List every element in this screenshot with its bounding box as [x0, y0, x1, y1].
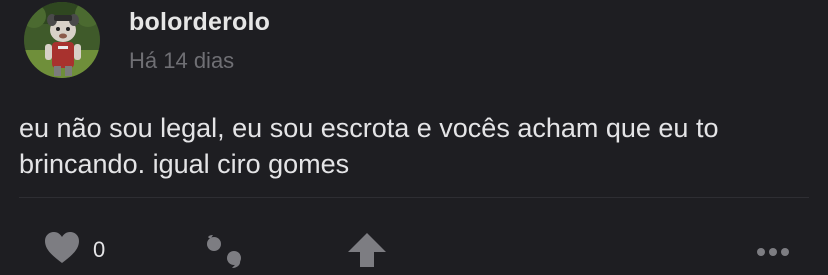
- arrow-up-icon: [347, 233, 387, 272]
- heart-icon: [44, 231, 80, 269]
- more-options-button[interactable]: [756, 244, 790, 262]
- comment-button[interactable]: [204, 234, 246, 273]
- like-count: 0: [93, 237, 106, 262]
- action-bar: 0: [0, 222, 828, 272]
- more-dots-icon: [756, 244, 790, 261]
- username[interactable]: bolorderolo: [129, 8, 270, 37]
- quote-icon: [204, 235, 246, 272]
- post-timestamp: Há 14 dias: [129, 48, 235, 73]
- share-button[interactable]: [347, 232, 387, 273]
- avatar[interactable]: [24, 2, 100, 78]
- post-card: bolorderolo Há 14 dias eu não sou legal,…: [0, 0, 828, 275]
- like-button[interactable]: 0: [44, 232, 105, 268]
- divider: [19, 197, 809, 198]
- post-text: eu não sou legal, eu sou escrota e vocês…: [19, 113, 719, 179]
